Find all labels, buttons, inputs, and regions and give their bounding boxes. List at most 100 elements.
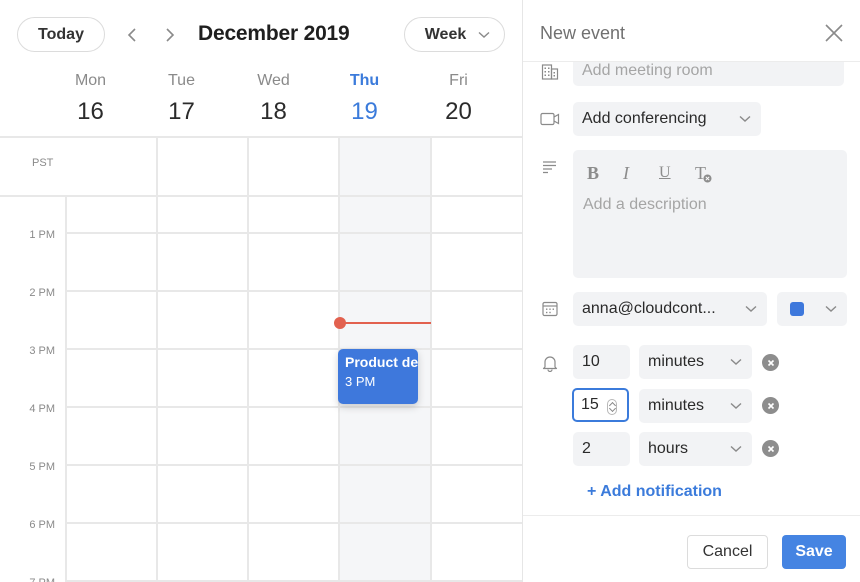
chevron-left-icon xyxy=(127,28,136,42)
color-swatch xyxy=(790,302,804,316)
chevron-right-icon xyxy=(166,28,175,42)
calendar-account-select[interactable]: anna@cloudcont... xyxy=(573,292,767,326)
month-title: December 2019 xyxy=(198,22,350,45)
today-button[interactable]: Today xyxy=(17,17,105,52)
notification-value: 10 xyxy=(582,353,600,370)
hour-line xyxy=(65,522,522,524)
day-number: 16 xyxy=(77,98,104,125)
current-time-dot xyxy=(334,317,346,329)
hour-label: 4 PM xyxy=(29,403,55,415)
underline-button[interactable]: U xyxy=(659,163,695,183)
previous-week-button[interactable] xyxy=(122,23,142,47)
new-event-panel: New event Add meeting room Add conferenc… xyxy=(522,0,860,582)
event-block[interactable]: Product de 3 PM xyxy=(338,349,418,404)
day-column-divider xyxy=(430,137,432,582)
panel-footer: Cancel Save xyxy=(523,515,860,582)
number-stepper-icon[interactable] xyxy=(607,399,617,415)
view-selector[interactable]: Week xyxy=(404,17,505,52)
notification-value: 2 xyxy=(582,440,591,457)
add-notification-link[interactable]: + Add notification xyxy=(587,483,722,501)
notification-value-input[interactable]: 2 xyxy=(573,432,630,466)
day-column-divider xyxy=(247,137,249,582)
next-week-button[interactable] xyxy=(160,23,180,47)
day-number: 17 xyxy=(168,98,195,125)
current-time-line xyxy=(340,322,431,324)
remove-notification-button[interactable] xyxy=(762,397,779,414)
day-header-thu[interactable]: Thu 19 xyxy=(319,72,410,126)
bold-button[interactable]: B xyxy=(587,163,623,183)
notification-value-input[interactable]: 15 xyxy=(572,388,629,422)
notification-unit: minutes xyxy=(648,353,705,370)
day-header-wed[interactable]: Wed 18 xyxy=(228,72,319,126)
hour-line xyxy=(65,232,522,234)
close-icon xyxy=(825,24,843,42)
day-of-week: Mon xyxy=(74,72,107,89)
day-number: 19 xyxy=(351,98,378,125)
day-of-week: Fri xyxy=(449,72,468,89)
notification-unit-select[interactable]: minutes xyxy=(639,345,752,379)
notification-value-input[interactable]: 10 xyxy=(573,345,630,379)
all-day-divider xyxy=(0,195,522,197)
day-of-week: Tue xyxy=(168,72,195,89)
close-button[interactable] xyxy=(823,22,845,44)
event-color-select[interactable] xyxy=(777,292,847,326)
day-of-week: Wed xyxy=(257,72,290,89)
panel-header: New event xyxy=(523,0,860,62)
save-button[interactable]: Save xyxy=(782,535,846,569)
building-icon xyxy=(540,62,560,82)
header-divider xyxy=(0,136,522,138)
day-header-fri[interactable]: Fri 20 xyxy=(413,72,504,126)
hour-label: 6 PM xyxy=(29,519,55,531)
clear-formatting-button[interactable]: T xyxy=(695,163,731,183)
video-camera-icon xyxy=(540,109,560,129)
day-header-mon[interactable]: Mon 16 xyxy=(45,72,136,126)
hour-line xyxy=(65,348,522,350)
close-icon xyxy=(767,359,774,366)
chevron-down-icon xyxy=(730,402,742,409)
hour-label: 7 PM xyxy=(0,577,55,582)
day-number: 20 xyxy=(445,98,472,125)
notification-unit: hours xyxy=(648,440,689,457)
event-title: Product de xyxy=(345,354,418,370)
description-editor[interactable]: B I U T Add a description xyxy=(573,150,847,278)
hour-label: 5 PM xyxy=(29,461,55,473)
day-number: 18 xyxy=(260,98,287,125)
remove-notification-button[interactable] xyxy=(762,354,779,371)
description-lines-icon xyxy=(540,157,560,177)
meeting-room-placeholder: Add meeting room xyxy=(582,62,713,79)
chevron-down-icon xyxy=(730,358,742,365)
notification-value: 15 xyxy=(581,396,599,413)
chevron-down-icon xyxy=(739,115,751,122)
conferencing-label: Add conferencing xyxy=(582,110,707,127)
time-gutter-divider xyxy=(65,196,67,582)
notification-unit-select[interactable]: minutes xyxy=(639,389,752,423)
chevron-down-icon xyxy=(745,305,757,312)
hour-line xyxy=(65,406,522,408)
notification-unit-select[interactable]: hours xyxy=(639,432,752,466)
event-time: 3 PM xyxy=(345,374,376,389)
remove-notification-button[interactable] xyxy=(762,440,779,457)
formatting-toolbar: B I U T xyxy=(587,163,731,183)
day-of-week: Thu xyxy=(349,72,380,89)
calendar-icon xyxy=(540,299,560,319)
description-placeholder: Add a description xyxy=(583,196,707,213)
day-header-tue[interactable]: Tue 17 xyxy=(136,72,227,126)
hour-line xyxy=(65,464,522,466)
day-column-divider xyxy=(156,137,158,582)
close-icon xyxy=(767,402,774,409)
hour-label: 1 PM xyxy=(29,229,55,241)
italic-button[interactable]: I xyxy=(623,163,659,183)
chevron-down-icon xyxy=(478,31,490,38)
hour-label: 3 PM xyxy=(29,345,55,357)
notification-unit: minutes xyxy=(648,397,705,414)
clear-format-badge-icon xyxy=(703,174,712,183)
timezone-label: PST xyxy=(32,157,54,169)
hour-label: 2 PM xyxy=(29,287,55,299)
hour-line xyxy=(65,290,522,292)
cancel-button[interactable]: Cancel xyxy=(687,535,768,569)
week-calendar: Today December 2019 Week Mon 16 Tue 17 W… xyxy=(0,0,522,582)
conferencing-select[interactable]: Add conferencing xyxy=(573,102,761,136)
bell-icon xyxy=(540,353,560,373)
chevron-down-icon xyxy=(730,445,742,452)
calendar-account-label: anna@cloudcont... xyxy=(582,300,716,317)
